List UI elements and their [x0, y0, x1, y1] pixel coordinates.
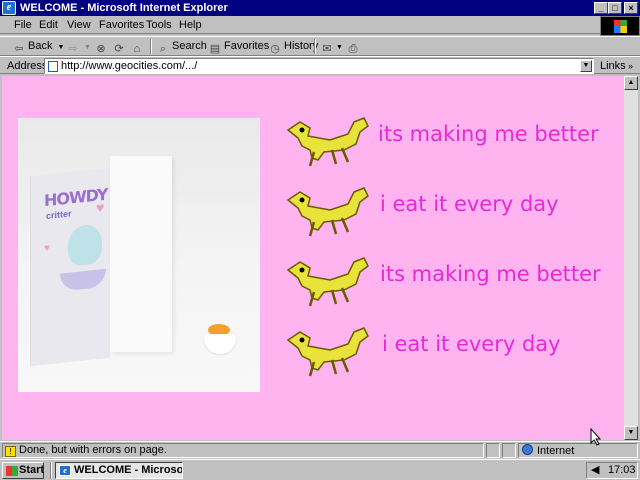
- heart-icon: ♥: [96, 198, 105, 216]
- speaker-icon[interactable]: ◀: [591, 463, 599, 478]
- menu-tools[interactable]: Tools: [146, 18, 172, 32]
- status-bar: ! Done, but with errors on page. Internet: [0, 441, 640, 458]
- menu-bar: File Edit View Favorites Tools Help: [0, 16, 600, 34]
- caption-text: its making me better: [378, 122, 599, 146]
- caption-text: i eat it every day: [382, 332, 561, 356]
- ie-icon: e: [59, 465, 71, 476]
- links-button[interactable]: Links: [600, 59, 626, 73]
- toolbar-separator: [150, 39, 152, 54]
- history-button[interactable]: ◷ History: [268, 38, 318, 55]
- scroll-down-icon[interactable]: ▼: [624, 426, 638, 440]
- print-icon: ⎙: [348, 43, 358, 55]
- brand-logo-sub: critter: [46, 208, 72, 222]
- taskbar-separator: [50, 462, 52, 479]
- clock[interactable]: 17:03: [608, 463, 636, 478]
- forward-dropdown-icon[interactable]: ▼: [84, 44, 91, 51]
- dragon-icon: [286, 117, 369, 167]
- vertical-scrollbar[interactable]: ▲ ▼: [624, 76, 638, 440]
- globe-icon: [522, 444, 533, 455]
- home-button[interactable]: ⌂: [130, 38, 146, 55]
- toolbar-separator: [314, 39, 316, 54]
- menu-view[interactable]: View: [67, 18, 91, 32]
- standard-toolbar: ⇦ Back ▼ ⇨ ▼ ⊗ ⟳ ⌂ ⌕ Search ▤ Favorites ◷ Hist…: [0, 36, 640, 56]
- back-button[interactable]: ⇦ Back ▼: [12, 38, 64, 55]
- links-chevron-icon[interactable]: »: [628, 59, 633, 73]
- status-pane: [486, 443, 500, 458]
- address-label: Address: [7, 60, 48, 72]
- mail-button[interactable]: ✉ ▼: [320, 38, 343, 55]
- favorites-icon: ▤: [209, 43, 221, 55]
- stop-icon: ⊗: [96, 43, 106, 55]
- warning-icon[interactable]: !: [5, 446, 16, 457]
- critter-mascot: [68, 223, 102, 267]
- dragon-icon: [286, 187, 369, 237]
- refresh-button[interactable]: ⟳: [112, 38, 128, 55]
- taskbar-window-button[interactable]: e WELCOME - Microsof...: [55, 462, 183, 479]
- security-zone: Internet: [518, 443, 638, 458]
- box-front: [110, 156, 172, 352]
- cereal-box-photo: HOWDY critter ♥ ♥: [18, 118, 260, 392]
- menu-favorites[interactable]: Favorites: [99, 18, 144, 32]
- caption-text: i eat it every day: [380, 192, 559, 216]
- start-button[interactable]: Start: [2, 462, 44, 479]
- back-dropdown-icon[interactable]: ▼: [57, 44, 64, 51]
- refresh-icon: ⟳: [114, 43, 124, 55]
- system-tray: ◀ 17:03: [586, 462, 638, 479]
- maximize-icon[interactable]: □: [608, 2, 622, 14]
- browser-window: e WELCOME - Microsoft Internet Explorer …: [0, 0, 640, 459]
- mail-dropdown-icon[interactable]: ▼: [336, 44, 343, 51]
- window-title: WELCOME - Microsoft Internet Explorer: [20, 2, 228, 14]
- menu-file[interactable]: File: [14, 18, 32, 32]
- address-dropdown-icon[interactable]: ▼: [580, 60, 592, 72]
- page-content: HOWDY critter ♥ ♥ its making me better i…: [2, 76, 624, 440]
- scroll-up-icon[interactable]: ▲: [624, 76, 638, 90]
- menu-edit[interactable]: Edit: [39, 18, 58, 32]
- minimize-icon[interactable]: _: [594, 2, 608, 14]
- menu-help[interactable]: Help: [179, 18, 202, 32]
- status-message[interactable]: ! Done, but with errors on page.: [2, 443, 484, 458]
- forward-arrow-icon: ⇨: [68, 43, 78, 55]
- title-bar[interactable]: e WELCOME - Microsoft Internet Explorer …: [0, 0, 640, 16]
- windows-logo-icon: [600, 16, 640, 36]
- history-icon: ◷: [270, 43, 280, 55]
- page-icon: [48, 61, 58, 72]
- mouse-cursor-icon: [590, 428, 602, 446]
- search-icon: ⌕: [159, 43, 167, 55]
- address-url[interactable]: http://www.geocities.com/.../: [61, 60, 197, 73]
- forward-button[interactable]: ⇨ ▼: [66, 38, 91, 55]
- close-icon[interactable]: ×: [624, 2, 638, 14]
- search-button[interactable]: ⌕ Search: [156, 38, 207, 55]
- address-input[interactable]: http://www.geocities.com/.../ ▼: [44, 58, 594, 74]
- heart-icon: ♥: [44, 242, 50, 255]
- stop-button[interactable]: ⊗: [94, 38, 110, 55]
- taskbar: Start e WELCOME - Microsof... ◀ 17:03: [0, 459, 640, 480]
- dragon-icon: [286, 327, 369, 377]
- address-bar: Address http://www.geocities.com/.../ ▼ …: [0, 56, 640, 74]
- cereal-bowl: [204, 334, 236, 354]
- box-artwork: HOWDY critter ♥ ♥: [40, 176, 110, 323]
- dragon-icon: [286, 257, 369, 307]
- home-icon: ⌂: [133, 43, 141, 55]
- cereal-bowl-art: [60, 268, 106, 292]
- windows-flag-icon: [6, 466, 18, 476]
- print-button[interactable]: ⎙: [346, 38, 362, 55]
- status-pane: [502, 443, 516, 458]
- caption-text: its making me better: [380, 262, 601, 286]
- back-arrow-icon: ⇦: [14, 43, 24, 55]
- ie-icon: e: [2, 1, 16, 15]
- favorites-button[interactable]: ▤ Favorites: [208, 38, 269, 55]
- mail-icon: ✉: [322, 43, 332, 55]
